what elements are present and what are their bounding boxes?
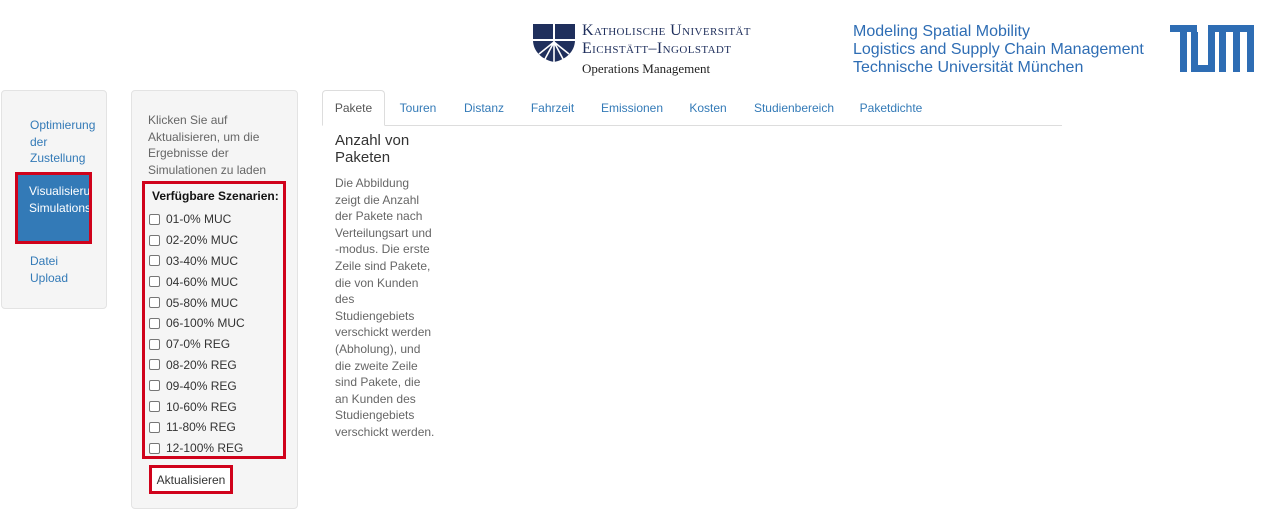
tab-emissionen[interactable]: Emissionen [590,90,674,125]
nav-item-visualisierung-active[interactable]: Visualisierung des Simulationsergebnisse [15,173,92,243]
tab-fahrzeit[interactable]: Fahrzeit [520,90,585,125]
scenario-option[interactable]: 11-80% REG [149,417,245,438]
scenario-label: 01-0% MUC [166,212,232,227]
scenario-option[interactable]: 05-80% MUC [149,292,245,313]
checkbox[interactable] [149,380,160,392]
scenario-checkbox-list: 01-0% MUC 02-20% MUC 03-40% MUC 04-60% M… [149,209,245,459]
nav-item-datei-upload[interactable]: Datei Upload [30,253,90,286]
scenario-label: 09-40% REG [166,378,237,393]
scenario-label: 02-20% MUC [166,233,239,248]
scenario-label: 05-80% MUC [166,295,239,310]
scenario-option[interactable]: 07-0% REG [149,334,245,355]
checkbox[interactable] [149,338,160,350]
checkbox[interactable] [149,401,160,413]
tab-paketdichte[interactable]: Paketdichte [849,90,933,125]
tab-studienbereich[interactable]: Studienbereich [743,90,845,125]
tab-distanz[interactable]: Distanz [452,90,516,125]
content-description: Die Abbildung zeigt die Anzahl der Paket… [335,176,435,439]
scenario-option[interactable]: 01-0% MUC [149,209,245,230]
nav-item-optimierung[interactable]: Optimierung der Zustellung [30,117,100,167]
checkbox[interactable] [149,276,160,288]
checkbox[interactable] [149,234,160,246]
tab-kosten[interactable]: Kosten [678,90,738,125]
scenario-label: 10-60% REG [166,399,237,414]
scenario-label: 03-40% MUC [166,253,239,268]
scenario-option[interactable]: 08-20% REG [149,355,245,376]
sidebar-help-text: Klicken Sie auf Aktualisieren, um die Er… [148,113,267,177]
ku-department: Operations Management [582,61,711,76]
aktualisieren-button[interactable]: Aktualisieren [149,465,233,494]
scenario-option[interactable]: 09-40% REG [149,375,245,396]
scenario-label: 06-100% MUC [166,316,245,331]
scenario-label: 11-80% REG [166,420,236,435]
scenario-option[interactable]: 10-60% REG [149,396,245,417]
result-tabs: Pakete Touren Distanz Fahrzeit Emissione… [322,90,1062,126]
content-title: Anzahl von Paketen [335,132,410,166]
tab-touren[interactable]: Touren [388,90,448,125]
nav-item-visualisierung-label: Visualisierung des Simulationsergebnisse [29,184,92,215]
scenario-option[interactable]: 02-20% MUC [149,230,245,251]
checkbox[interactable] [149,255,160,267]
scenario-sidebar: Klicken Sie auf Aktualisieren, um die Er… [131,90,298,509]
scenario-option[interactable]: 06-100% MUC [149,313,245,334]
tum-title-line2: Logistics and Supply Chain Management [853,41,1144,58]
scenario-label: 04-60% MUC [166,274,239,289]
ku-name-line1: Katholische Universität [582,22,751,39]
scenario-label: 07-0% REG [166,337,231,352]
ku-shield-icon [533,24,575,62]
scenario-label: 08-20% REG [166,357,237,372]
tum-title-line1: Modeling Spatial Mobility [853,23,1030,40]
checkbox[interactable] [149,317,160,329]
checkbox[interactable] [149,213,160,225]
ku-name-line2: Eichstätt–Ingolstadt [582,40,732,57]
tum-title-line3: Technische Universität München [853,59,1084,76]
scenario-label: 12-100% REG [166,441,244,456]
checkbox[interactable] [149,421,160,433]
scenario-selection-group: Verfügbare Szenarien: 01-0% MUC 02-20% M… [142,181,286,459]
checkbox[interactable] [149,297,160,309]
scenario-option[interactable]: 04-60% MUC [149,271,245,292]
checkbox[interactable] [149,359,160,371]
checkbox[interactable] [149,442,160,454]
tum-chair-title: Modeling Spatial Mobility Logistics and … [853,23,1144,77]
tab-pakete[interactable]: Pakete [322,90,385,126]
scenario-list-title: Verfügbare Szenarien: [152,189,279,203]
ku-eichstaett-logo: Katholische Universität Eichstätt–Ingols… [533,22,773,78]
scenario-option[interactable]: 12-100% REG [149,438,245,459]
scenario-option[interactable]: 03-40% MUC [149,251,245,272]
tum-logo-icon [1170,25,1254,72]
